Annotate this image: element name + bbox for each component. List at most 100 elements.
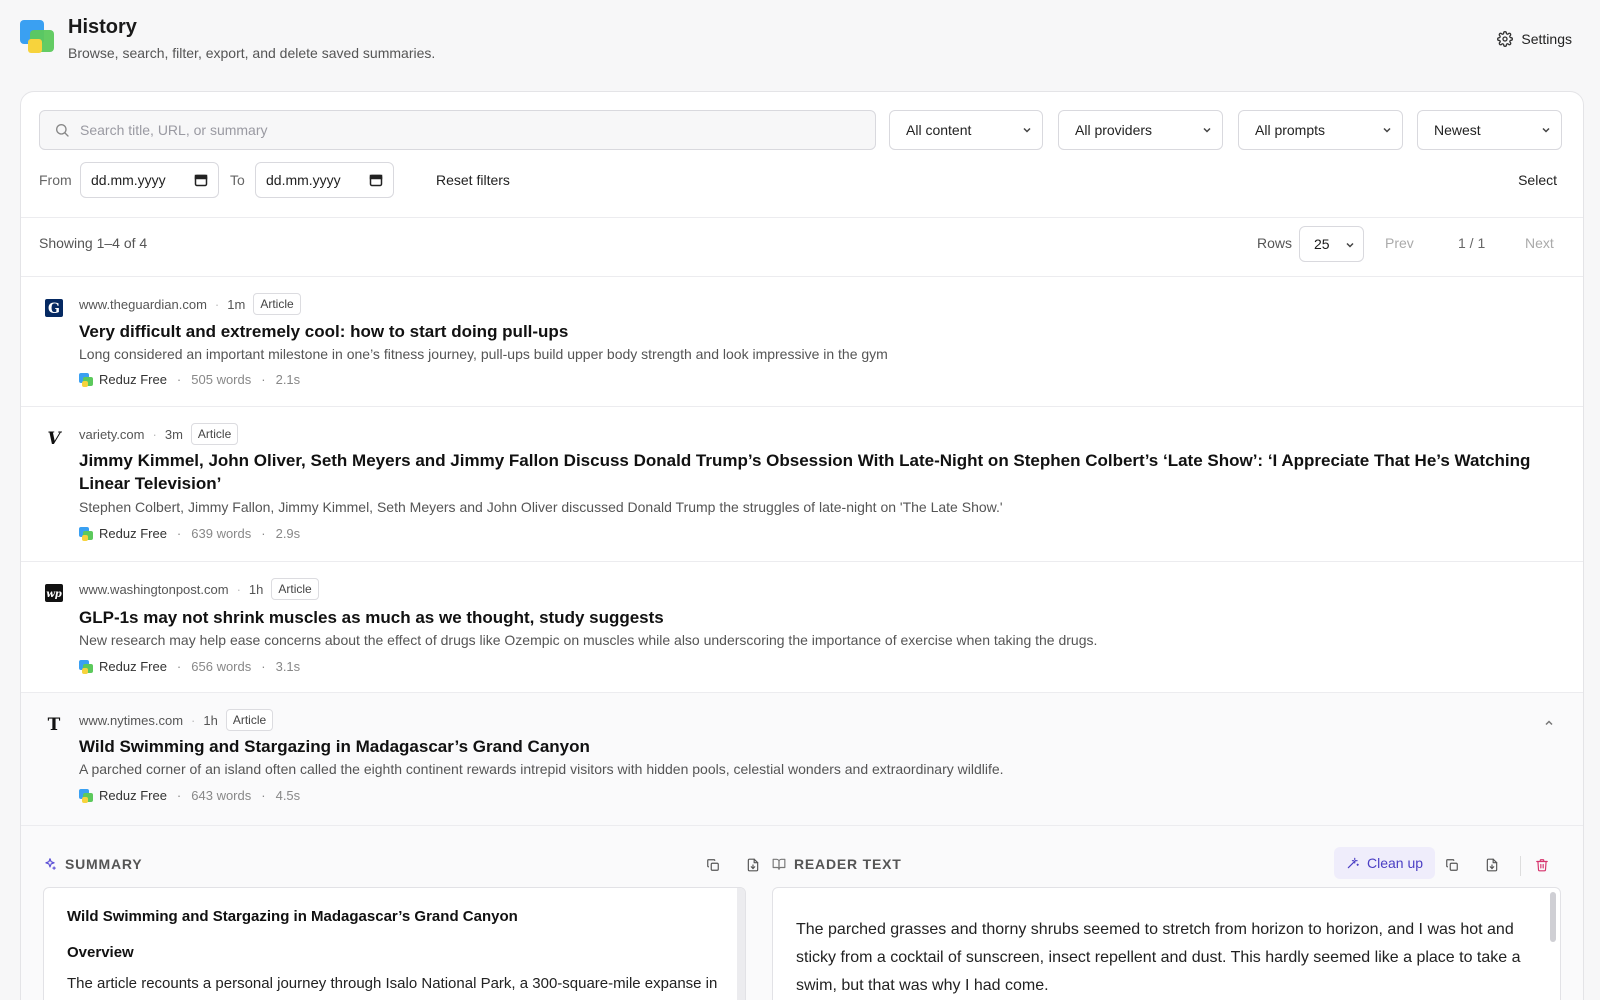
reader-text-content: The parched grasses and thorny shrubs se… <box>772 887 1561 1000</box>
svg-text:wp: wp <box>46 589 62 600</box>
to-label: To <box>230 172 245 188</box>
item-duration: 2.1s <box>275 372 301 387</box>
rows-per-page-value: 25 <box>1314 236 1330 252</box>
item-title[interactable]: Jimmy Kimmel, John Oliver, Seth Meyers a… <box>79 449 1559 495</box>
export-reader-text-button[interactable] <box>1481 854 1503 876</box>
item-word-count: 639 words <box>191 526 252 541</box>
summary-header: SUMMARY <box>43 856 142 872</box>
svg-text:V: V <box>47 429 62 447</box>
item-provider: Reduz Free <box>99 372 167 387</box>
item-footer: Reduz Free · 656 words · 3.1s <box>79 659 300 674</box>
from-date-value: dd.mm.yyyy <box>91 172 166 188</box>
date-filter-row: From dd.mm.yyyy To dd.mm.yyyy Reset filt… <box>39 162 1567 198</box>
summary-body: The article recounts a personal journey … <box>67 975 718 992</box>
reader-text-body: The parched grasses and thorny shrubs se… <box>796 921 1521 994</box>
rows-label: Rows <box>1257 235 1293 251</box>
prompt-filter-select[interactable]: All prompts <box>1238 110 1403 150</box>
item-provider: Reduz Free <box>99 659 167 674</box>
item-title[interactable]: GLP-1s may not shrink muscles as much as… <box>79 606 1559 629</box>
item-word-count: 656 words <box>191 659 252 674</box>
item-duration: 2.9s <box>275 526 301 541</box>
item-title[interactable]: Wild Swimming and Stargazing in Madagasc… <box>79 735 1559 758</box>
prev-page-button[interactable]: Prev <box>1385 235 1414 251</box>
reset-filters-button[interactable]: Reset filters <box>436 172 510 188</box>
next-page-button[interactable]: Next <box>1525 235 1554 251</box>
list-item[interactable]: wp www.washingtonpost.com · 1h Article GL… <box>21 561 1583 692</box>
provider-logo-icon <box>79 372 93 387</box>
history-panel: All content All providers All prompts Ne… <box>20 91 1584 1000</box>
page-title: History <box>68 16 137 38</box>
settings-button[interactable]: Settings <box>1497 28 1572 50</box>
type-badge: Article <box>225 709 274 731</box>
reader-text-header: READER TEXT <box>772 856 902 872</box>
item-word-count: 643 words <box>191 788 252 803</box>
item-meta: www.nytimes.com · 1h Article <box>79 709 274 731</box>
item-domain: www.theguardian.com <box>79 296 207 312</box>
search-box[interactable] <box>39 110 876 150</box>
from-date-input[interactable]: dd.mm.yyyy <box>80 162 219 198</box>
to-date-value: dd.mm.yyyy <box>266 172 341 188</box>
clean-up-label: Clean up <box>1367 855 1424 871</box>
washington-post-icon: wp <box>45 584 63 602</box>
list-item[interactable]: T www.nytimes.com · 1h Article Wild Swimm… <box>21 692 1583 825</box>
item-footer: Reduz Free · 505 words · 2.1s <box>79 372 300 387</box>
chevron-up-icon[interactable] <box>1543 717 1555 729</box>
delete-button[interactable] <box>1531 854 1553 876</box>
book-open-icon <box>772 858 786 870</box>
nytimes-icon: T <box>45 715 63 733</box>
app-header: History Browse, search, filter, export, … <box>0 0 1600 80</box>
search-icon <box>56 124 69 137</box>
calendar-icon[interactable] <box>369 173 383 187</box>
magic-wand-icon <box>1347 857 1359 869</box>
item-duration: 4.5s <box>275 788 301 803</box>
type-badge: Article <box>190 423 239 445</box>
item-duration: 3.1s <box>275 659 301 674</box>
item-description: Long considered an important milestone i… <box>79 346 888 362</box>
list-item[interactable]: V variety.com · 3m Article Jimmy Kimmel, … <box>21 406 1583 561</box>
provider-filter-select[interactable]: All providers <box>1058 110 1223 150</box>
from-label: From <box>39 172 72 188</box>
scrollbar[interactable] <box>737 888 745 1000</box>
item-footer: Reduz Free · 639 words · 2.9s <box>79 526 300 541</box>
chevron-down-icon <box>1542 127 1550 133</box>
copy-summary-button[interactable] <box>702 854 724 876</box>
scrollbar[interactable] <box>1550 892 1556 942</box>
chevron-down-icon <box>1383 127 1391 133</box>
summary-label: SUMMARY <box>65 856 143 872</box>
results-count: Showing 1–4 of 4 <box>39 235 148 251</box>
summary-content: Wild Swimming and Stargazing in Madagasc… <box>43 887 746 1000</box>
sort-value: Newest <box>1434 122 1481 138</box>
export-summary-button[interactable] <box>742 854 764 876</box>
provider-logo-icon <box>79 788 93 803</box>
copy-icon <box>707 859 719 871</box>
rows-per-page-select[interactable]: 25 <box>1299 226 1364 262</box>
provider-logo-icon <box>79 526 93 541</box>
divider <box>21 217 1583 218</box>
search-input[interactable] <box>80 122 840 138</box>
list-item[interactable]: G www.theguardian.com · 1m Article Very d… <box>21 276 1583 406</box>
clean-up-button[interactable]: Clean up <box>1334 847 1436 879</box>
sort-select[interactable]: Newest <box>1417 110 1562 150</box>
item-word-count: 505 words <box>191 372 252 387</box>
content-filter-select[interactable]: All content <box>889 110 1043 150</box>
item-meta: www.theguardian.com · 1m Article <box>79 293 301 315</box>
item-title[interactable]: Very difficult and extremely cool: how t… <box>79 320 1559 343</box>
item-age: 1m <box>227 296 246 312</box>
type-badge: Article <box>271 578 319 600</box>
item-meta: variety.com · 3m Article <box>79 423 239 445</box>
file-download-icon <box>747 858 759 872</box>
calendar-icon[interactable] <box>194 173 208 187</box>
item-domain: www.washingtonpost.com <box>79 581 229 597</box>
detail-pane: SUMMARY READER TEXT Clean up Wild Swimmi… <box>21 825 1583 1000</box>
variety-icon: V <box>45 429 63 447</box>
summary-title: Wild Swimming and Stargazing in Madagasc… <box>67 908 518 925</box>
provider-logo-icon <box>79 659 93 674</box>
chevron-down-icon <box>1346 242 1354 248</box>
to-date-input[interactable]: dd.mm.yyyy <box>255 162 394 198</box>
svg-text:T: T <box>48 715 61 733</box>
copy-reader-text-button[interactable] <box>1441 854 1463 876</box>
select-mode-button[interactable]: Select <box>1518 172 1557 188</box>
item-description: New research may help ease concerns abou… <box>79 632 1098 648</box>
item-provider: Reduz Free <box>99 526 167 541</box>
item-footer: Reduz Free · 643 words · 4.5s <box>79 788 300 803</box>
